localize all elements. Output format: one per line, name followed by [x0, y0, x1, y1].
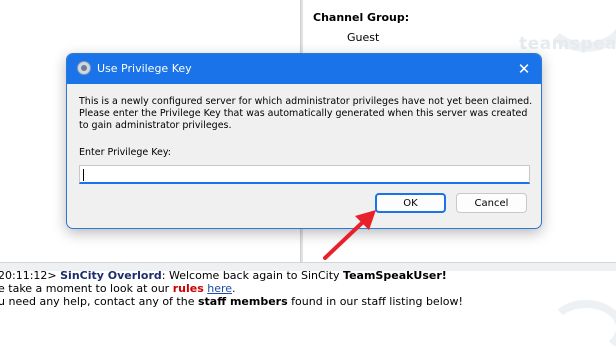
- teamspeak-icon: [77, 61, 91, 75]
- chat-timestamp: 20:11:12>: [0, 271, 57, 282]
- chat-text: u need any help, contact any of the: [0, 295, 198, 308]
- horizontal-splitter[interactable]: [0, 262, 616, 271]
- text-caret: [83, 169, 84, 181]
- message-line: to gain administrator privileges.: [79, 120, 232, 131]
- dialog-titlebar[interactable]: Use Privilege Key ✕: [67, 54, 541, 84]
- chat-bold-text: TeamSpeakUser!: [343, 271, 447, 282]
- message-line: This is a newly configured server for wh…: [79, 96, 533, 107]
- privilege-key-dialog: Use Privilege Key ✕ This is a newly conf…: [66, 53, 542, 229]
- rules-link[interactable]: here: [207, 282, 232, 295]
- cancel-button[interactable]: Cancel: [456, 193, 527, 213]
- message-line: Please enter the Privilege Key that was …: [79, 108, 528, 119]
- dialog-message: This is a newly configured server for wh…: [79, 96, 533, 132]
- privilege-key-input[interactable]: [79, 165, 530, 184]
- chat-text: : Welcome back again to SinCity: [161, 271, 344, 282]
- teamspeak-logo: teamspeak: [519, 34, 616, 54]
- chat-bold-text: staff members: [197, 295, 288, 308]
- chat-text: e take a moment to look at our: [0, 282, 173, 295]
- chat-log: 20:11:12> SinCity Overlord: Welcome back…: [0, 271, 616, 309]
- close-icon[interactable]: ✕: [507, 54, 541, 84]
- chat-message-2: e take a moment to look at our rules her…: [0, 282, 236, 295]
- rules-text: rules: [172, 282, 204, 295]
- privilege-key-label: Enter Privilege Key:: [79, 147, 171, 158]
- chat-message-1: 20:11:12> SinCity Overlord: Welcome back…: [0, 271, 447, 282]
- channel-group-label: Channel Group:: [313, 11, 410, 24]
- dialog-title: Use Privilege Key: [97, 62, 192, 75]
- chat-text: found in our staff listing below!: [287, 295, 463, 308]
- chat-message-3: u need any help, contact any of the staf…: [0, 296, 463, 308]
- teamspeak-swirl-icon: [548, 300, 616, 356]
- chat-sender[interactable]: SinCity Overlord: [60, 271, 162, 282]
- channel-group-value: Guest: [347, 31, 380, 44]
- ok-button[interactable]: OK: [375, 193, 446, 213]
